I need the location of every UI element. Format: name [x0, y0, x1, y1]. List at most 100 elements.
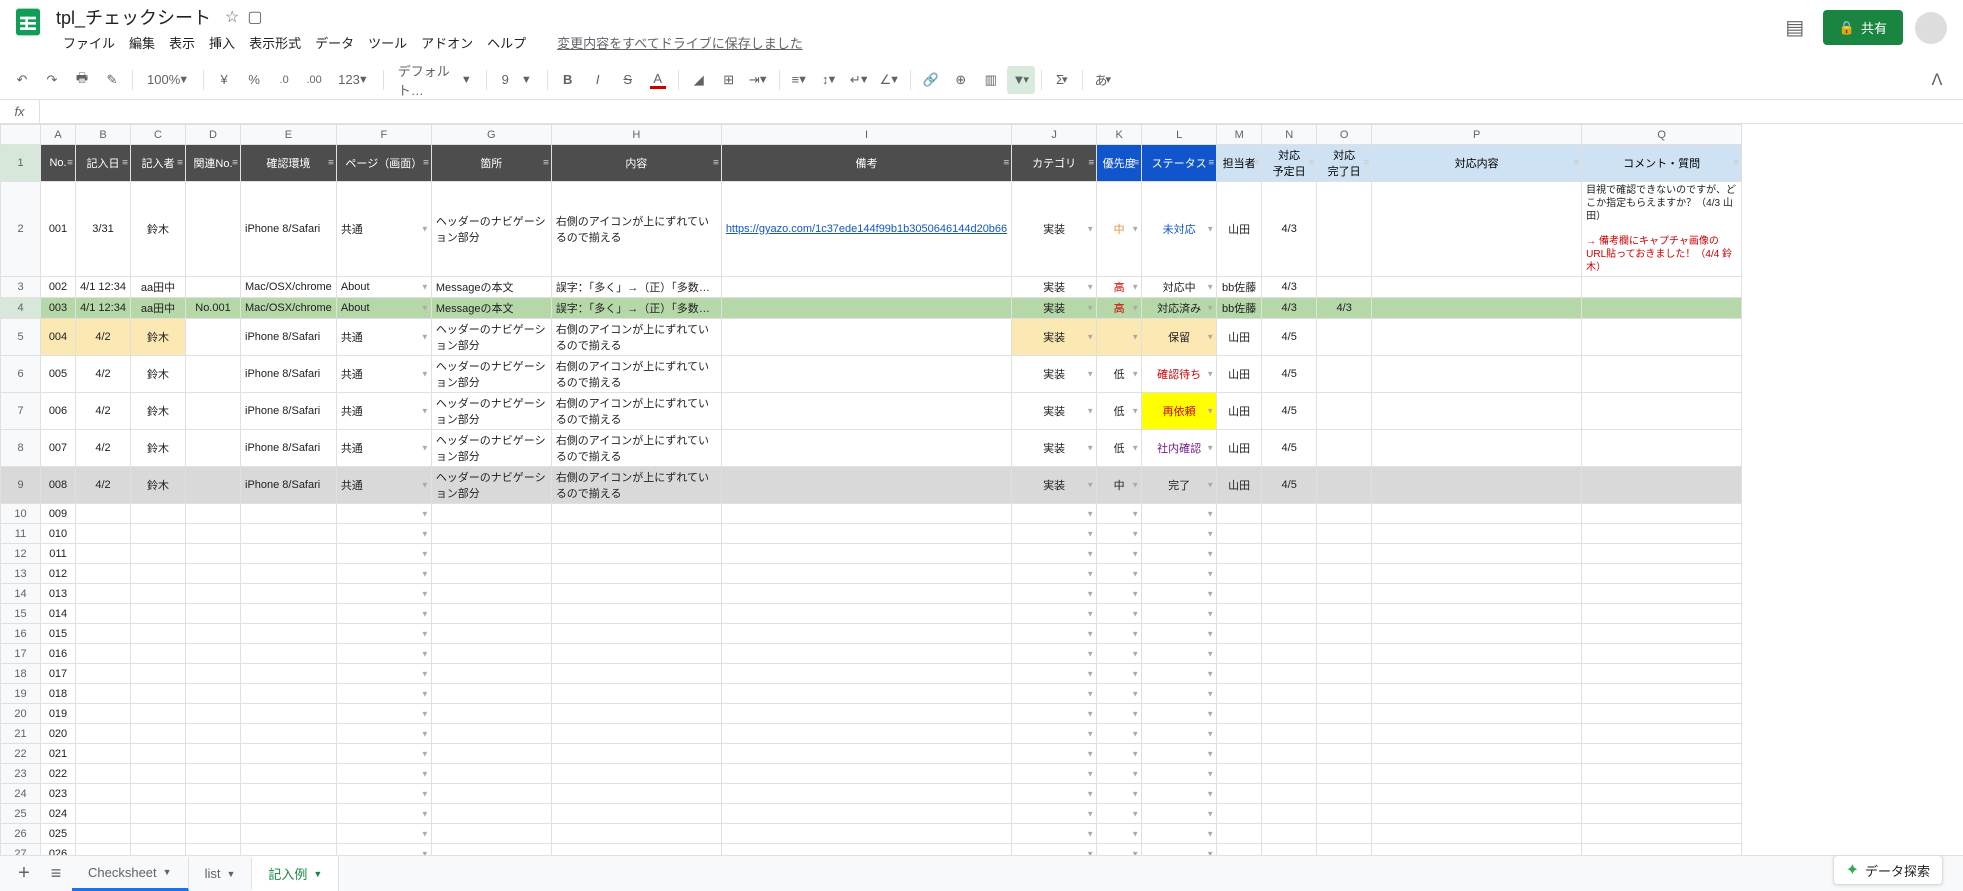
row-header-24[interactable]: 24: [1, 784, 41, 804]
cell-cat[interactable]: ▼: [1012, 824, 1097, 844]
cell[interactable]: [241, 704, 337, 724]
cell-cat[interactable]: ▼: [1012, 784, 1097, 804]
cell[interactable]: [131, 724, 186, 744]
cell-comment[interactable]: [1582, 298, 1742, 319]
dropdown-icon[interactable]: ▼: [1131, 283, 1139, 292]
col-header-B[interactable]: B: [76, 125, 131, 145]
cell-note[interactable]: [721, 393, 1011, 430]
cell-prio[interactable]: ▼: [1097, 684, 1142, 704]
cell[interactable]: [1582, 584, 1742, 604]
cell-prio[interactable]: 低▼: [1097, 356, 1142, 393]
cell[interactable]: [1262, 664, 1317, 684]
cell[interactable]: [241, 624, 337, 644]
dropdown-icon[interactable]: ▼: [1131, 829, 1139, 838]
cell[interactable]: [1372, 724, 1582, 744]
menu-data[interactable]: データ: [308, 29, 361, 56]
header-page[interactable]: ページ（画面）≡: [336, 145, 431, 182]
cell-prio[interactable]: ▼: [1097, 504, 1142, 524]
cell-content[interactable]: 右側のアイコンが上にずれているので揃える: [551, 319, 721, 356]
row-header-22[interactable]: 22: [1, 744, 41, 764]
dropdown-icon[interactable]: ▼: [421, 629, 429, 638]
cell[interactable]: [1217, 804, 1262, 824]
cell[interactable]: [431, 624, 551, 644]
cell[interactable]: [551, 764, 721, 784]
cell[interactable]: [1217, 664, 1262, 684]
formula-input[interactable]: [40, 104, 1963, 119]
cell-page[interactable]: 共通▼: [336, 393, 431, 430]
cell[interactable]: [721, 584, 1011, 604]
cell[interactable]: [1582, 504, 1742, 524]
dropdown-icon[interactable]: ▼: [1086, 225, 1094, 234]
cell[interactable]: [131, 784, 186, 804]
cell-assignee[interactable]: 山田: [1217, 467, 1262, 504]
cell-content[interactable]: 右側のアイコンが上にずれているので揃える: [551, 467, 721, 504]
cell-due[interactable]: 4/5: [1262, 393, 1317, 430]
filter-icon[interactable]: ≡: [328, 158, 334, 169]
col-header-I[interactable]: I: [721, 125, 1011, 145]
dropdown-icon[interactable]: ▼: [1206, 749, 1214, 758]
cell-status[interactable]: ▼: [1142, 684, 1217, 704]
cell-done[interactable]: [1317, 182, 1372, 277]
cell[interactable]: [431, 784, 551, 804]
cell-comment[interactable]: 目視で確認できないのですが、どこか指定もらえますか？（4/3 山田）→ 備考欄に…: [1582, 182, 1742, 277]
cell[interactable]: [1317, 564, 1372, 584]
dropdown-icon[interactable]: ▼: [1131, 809, 1139, 818]
cell[interactable]: [1217, 824, 1262, 844]
header-rel[interactable]: 関連No.≡: [186, 145, 241, 182]
cell-status[interactable]: 保留▼: [1142, 319, 1217, 356]
cell[interactable]: [76, 604, 131, 624]
star-icon[interactable]: ☆: [225, 7, 239, 27]
cell-prio[interactable]: 低▼: [1097, 393, 1142, 430]
cell[interactable]: [1582, 744, 1742, 764]
menu-format[interactable]: 表示形式: [242, 29, 308, 56]
cell-env[interactable]: Mac/OSX/chrome: [241, 298, 337, 319]
cell[interactable]: [131, 584, 186, 604]
sheets-app-icon[interactable]: [8, 2, 48, 42]
cell-assignee[interactable]: 山田: [1217, 393, 1262, 430]
cell[interactable]: [186, 664, 241, 684]
dropdown-icon[interactable]: ▼: [1206, 589, 1214, 598]
cell[interactable]: [1582, 704, 1742, 724]
cell-page[interactable]: ▼: [336, 584, 431, 604]
cell[interactable]: [186, 764, 241, 784]
cell-content[interactable]: 右側のアイコンが上にずれているので揃える: [551, 393, 721, 430]
row-header-13[interactable]: 13: [1, 564, 41, 584]
dropdown-icon[interactable]: ▼: [1086, 444, 1094, 453]
dropdown-icon[interactable]: ▼: [1206, 225, 1214, 234]
cell[interactable]: [1217, 744, 1262, 764]
cell[interactable]: [551, 544, 721, 564]
cell[interactable]: [76, 724, 131, 744]
filter-icon[interactable]: ≡: [1088, 158, 1094, 169]
cell[interactable]: [186, 644, 241, 664]
text-color-icon[interactable]: A: [644, 66, 672, 94]
cell-no[interactable]: 024: [41, 804, 76, 824]
cell[interactable]: [76, 644, 131, 664]
cell-rel[interactable]: [186, 277, 241, 298]
cell[interactable]: [76, 664, 131, 684]
cell-status[interactable]: ▼: [1142, 784, 1217, 804]
cell[interactable]: [1372, 564, 1582, 584]
col-header-N[interactable]: N: [1262, 125, 1317, 145]
header-cat[interactable]: カテゴリ≡: [1012, 145, 1097, 182]
dropdown-icon[interactable]: ▼: [1086, 809, 1094, 818]
cell[interactable]: [186, 824, 241, 844]
cell[interactable]: [131, 624, 186, 644]
cell[interactable]: [721, 704, 1011, 724]
cell-env[interactable]: Mac/OSX/chrome: [241, 277, 337, 298]
cell[interactable]: [1372, 584, 1582, 604]
cell-status[interactable]: ▼: [1142, 824, 1217, 844]
cell-rel[interactable]: [186, 393, 241, 430]
cell[interactable]: [241, 824, 337, 844]
cell[interactable]: [1262, 744, 1317, 764]
functions-icon[interactable]: Σ ▾: [1048, 66, 1076, 94]
dropdown-icon[interactable]: ▼: [1131, 709, 1139, 718]
cell-author[interactable]: aa田中: [131, 298, 186, 319]
cell[interactable]: [1372, 824, 1582, 844]
cell-prio[interactable]: 中▼: [1097, 467, 1142, 504]
cell[interactable]: [1262, 824, 1317, 844]
cell[interactable]: [551, 704, 721, 724]
cell-content[interactable]: 右側のアイコンが上にずれているので揃える: [551, 430, 721, 467]
redo-icon[interactable]: ↷: [38, 66, 66, 94]
dropdown-icon[interactable]: ▼: [1206, 444, 1214, 453]
dropdown-icon[interactable]: ▼: [1206, 370, 1214, 379]
